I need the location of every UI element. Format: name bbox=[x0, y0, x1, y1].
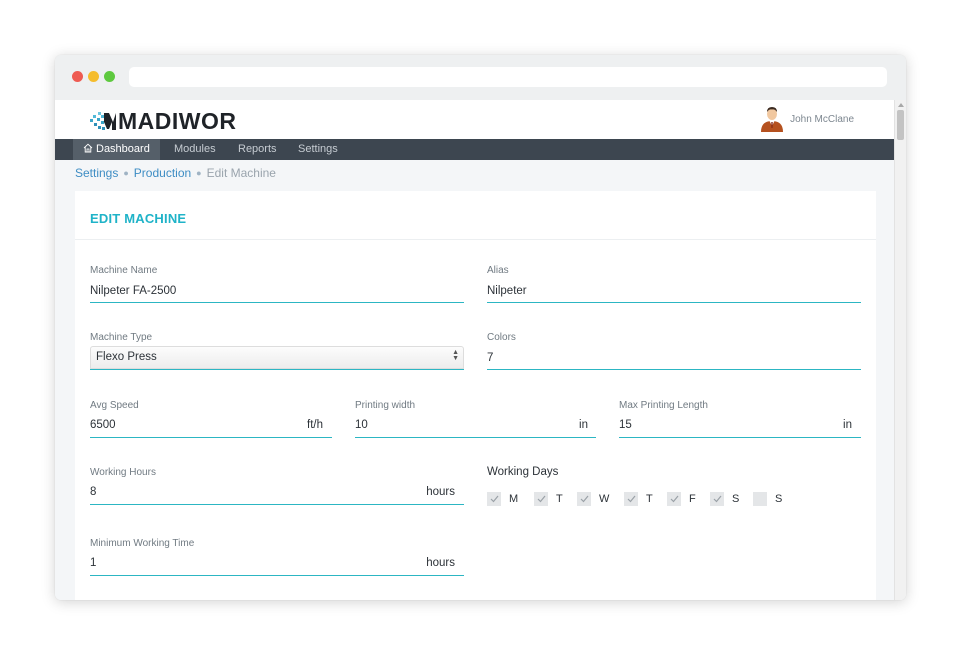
machine-name-input[interactable]: Nilpeter FA-2500 bbox=[90, 285, 176, 297]
avg-speed-label: Avg Speed bbox=[90, 400, 139, 411]
max-printing-length-unit: in bbox=[843, 419, 852, 431]
day-checkbox-friday[interactable]: F bbox=[667, 492, 696, 506]
browser-titlebar bbox=[55, 55, 906, 100]
select-arrows-icon: ▲ ▼ bbox=[452, 349, 459, 362]
card-divider bbox=[75, 239, 876, 240]
printing-width-underline bbox=[355, 437, 596, 438]
printing-width-label: Printing width bbox=[355, 400, 416, 411]
maximize-window-button[interactable] bbox=[104, 71, 115, 82]
breadcrumb-separator-icon: ● bbox=[196, 168, 202, 178]
printing-width-unit: in bbox=[579, 419, 588, 431]
machine-type-selected: Flexo Press bbox=[96, 351, 157, 363]
day-checkbox-sunday[interactable]: S bbox=[753, 492, 782, 506]
checkbox-checked-icon bbox=[624, 492, 638, 506]
working-days-label: Working Days bbox=[487, 466, 559, 478]
min-working-time-input[interactable]: 1 bbox=[90, 557, 96, 569]
alias-underline bbox=[487, 302, 861, 303]
brand-name: MADIWOR bbox=[118, 107, 237, 134]
max-printing-length-input[interactable]: 15 bbox=[619, 419, 632, 431]
avg-speed-unit: ft/h bbox=[307, 419, 323, 431]
brand-logo[interactable]: MADIWOR bbox=[90, 108, 236, 134]
day-label: W bbox=[599, 493, 610, 505]
alias-input[interactable]: Nilpeter bbox=[487, 285, 527, 297]
scroll-thumb[interactable] bbox=[897, 110, 904, 140]
day-checkbox-saturday[interactable]: S bbox=[710, 492, 739, 506]
checkbox-checked-icon bbox=[534, 492, 548, 506]
day-label: T bbox=[646, 493, 653, 505]
checkbox-checked-icon bbox=[577, 492, 591, 506]
day-label: S bbox=[732, 493, 740, 505]
day-label: M bbox=[509, 493, 519, 505]
working-hours-underline bbox=[90, 504, 464, 505]
working-days-group: M T W T F S S bbox=[487, 492, 867, 508]
working-hours-unit: hours bbox=[426, 486, 455, 498]
edit-machine-card: EDIT MACHINE Machine Name Nilpeter FA-25… bbox=[75, 191, 876, 600]
alias-label: Alias bbox=[487, 265, 509, 276]
day-checkbox-tuesday[interactable]: T bbox=[534, 492, 563, 506]
page-viewport: MADIWOR John McClane Dashboard Modules R… bbox=[55, 100, 906, 600]
max-printing-length-underline bbox=[619, 437, 861, 438]
close-window-button[interactable] bbox=[72, 71, 83, 82]
day-checkbox-thursday[interactable]: T bbox=[624, 492, 653, 506]
app-header: MADIWOR John McClane bbox=[55, 100, 894, 139]
minimize-window-button[interactable] bbox=[88, 71, 99, 82]
max-printing-length-label: Max Printing Length bbox=[619, 400, 708, 411]
checkbox-checked-icon bbox=[667, 492, 681, 506]
logo-mark-icon bbox=[90, 112, 116, 130]
breadcrumb: Settings ● Production ● Edit Machine bbox=[75, 166, 276, 180]
printing-width-input[interactable]: 10 bbox=[355, 419, 368, 431]
day-label: S bbox=[775, 493, 783, 505]
user-name: John McClane bbox=[790, 113, 854, 125]
min-working-time-unit: hours bbox=[426, 557, 455, 569]
machine-type-label: Machine Type bbox=[90, 332, 153, 343]
breadcrumb-separator-icon: ● bbox=[123, 168, 129, 178]
breadcrumb-link-production[interactable]: Production bbox=[134, 166, 191, 180]
user-menu[interactable]: John McClane bbox=[760, 106, 854, 132]
nav-item-modules[interactable]: Modules bbox=[164, 139, 226, 160]
working-hours-input[interactable]: 8 bbox=[90, 486, 96, 498]
user-avatar-icon bbox=[761, 107, 784, 132]
machine-name-label: Machine Name bbox=[90, 265, 158, 276]
min-working-time-underline bbox=[90, 575, 464, 576]
day-checkbox-wednesday[interactable]: W bbox=[577, 492, 609, 506]
breadcrumb-current: Edit Machine bbox=[206, 166, 276, 180]
card-title: EDIT MACHINE bbox=[90, 211, 187, 226]
machine-type-select[interactable]: Flexo Press ▲ ▼ bbox=[90, 346, 464, 369]
address-bar[interactable] bbox=[129, 67, 887, 87]
checkbox-checked-icon bbox=[710, 492, 724, 506]
home-icon bbox=[83, 143, 93, 153]
nav-item-reports[interactable]: Reports bbox=[228, 139, 287, 160]
avg-speed-underline bbox=[90, 437, 332, 438]
machine-name-underline bbox=[90, 302, 464, 303]
nav-item-dashboard[interactable]: Dashboard bbox=[73, 139, 160, 160]
colors-label: Colors bbox=[487, 332, 516, 343]
day-label: F bbox=[689, 493, 696, 505]
min-working-time-label: Minimum Working Time bbox=[90, 538, 195, 549]
day-label: T bbox=[556, 493, 563, 505]
colors-input[interactable]: 7 bbox=[487, 352, 493, 364]
checkbox-unchecked-icon bbox=[753, 492, 767, 506]
main-navbar: Dashboard Modules Reports Settings bbox=[55, 139, 894, 160]
colors-underline bbox=[487, 369, 861, 370]
avg-speed-input[interactable]: 6500 bbox=[90, 419, 116, 431]
nav-item-settings[interactable]: Settings bbox=[288, 139, 348, 160]
page-scrollbar[interactable] bbox=[894, 100, 906, 600]
checkbox-checked-icon bbox=[487, 492, 501, 506]
browser-window: MADIWOR John McClane Dashboard Modules R… bbox=[55, 55, 906, 600]
machine-type-underline bbox=[90, 369, 464, 370]
breadcrumb-link-settings[interactable]: Settings bbox=[75, 166, 118, 180]
scroll-up-icon[interactable] bbox=[898, 103, 904, 107]
working-hours-label: Working Hours bbox=[90, 467, 156, 478]
nav-item-label: Dashboard bbox=[96, 143, 150, 155]
day-checkbox-monday[interactable]: M bbox=[487, 492, 518, 506]
